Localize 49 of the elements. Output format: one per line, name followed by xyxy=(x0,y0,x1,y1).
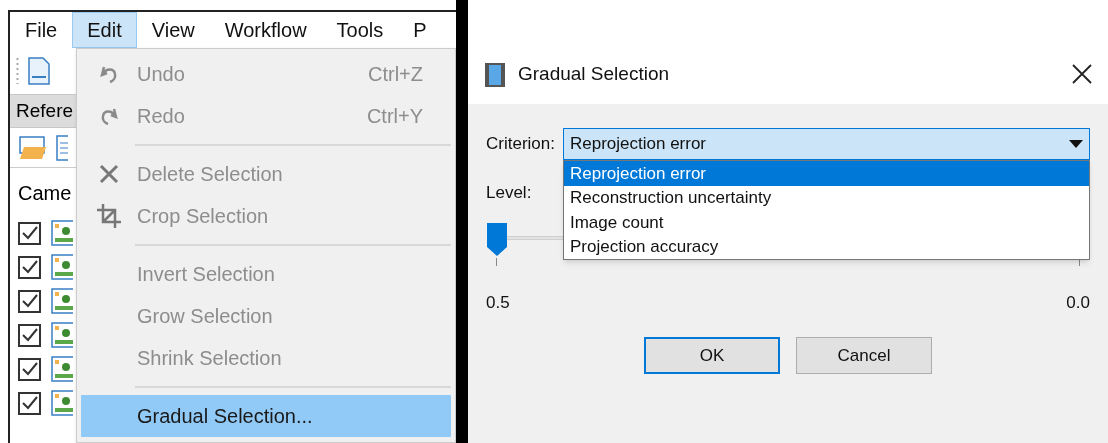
dropdown-option[interactable]: Reconstruction uncertainty xyxy=(563,185,1089,210)
level-label: Level: xyxy=(486,182,532,204)
image-icon xyxy=(51,288,73,314)
film-icon xyxy=(484,62,506,88)
close-icon xyxy=(98,163,120,185)
check-icon xyxy=(21,294,38,308)
slider-thumb[interactable] xyxy=(486,220,508,257)
checkbox[interactable] xyxy=(18,255,41,279)
checkbox[interactable] xyxy=(18,391,41,415)
menu-bar-item[interactable]: P xyxy=(398,12,442,48)
panel-tab[interactable]: Refere xyxy=(10,96,74,126)
criterion-dropdown[interactable]: Reprojection error xyxy=(562,128,1090,160)
menu-item[interactable]: Gradual Selection... xyxy=(81,395,451,437)
checkbox[interactable] xyxy=(18,289,41,313)
menu-bar-item[interactable]: File xyxy=(10,12,73,48)
check-icon xyxy=(21,328,38,342)
menu-bar-item[interactable]: View xyxy=(136,12,210,48)
open-folder-icon[interactable] xyxy=(18,134,48,161)
checkbox[interactable] xyxy=(18,323,41,347)
dropdown-option[interactable]: Projection accuracy xyxy=(563,234,1089,259)
checkbox[interactable] xyxy=(18,221,41,245)
caret-icon xyxy=(1069,140,1083,148)
menu-bar-item[interactable]: Tools xyxy=(321,12,399,48)
dropdown-option[interactable]: Reprojection error xyxy=(563,161,1089,186)
dialog-title: Gradual Selection xyxy=(518,61,671,86)
criterion-label: Criterion: xyxy=(486,133,555,156)
panel-heading: Came xyxy=(18,181,73,206)
dialog-button[interactable]: OK xyxy=(644,337,780,374)
min-value-label: 0.5 xyxy=(486,291,510,314)
image-icon xyxy=(51,220,73,246)
checkbox[interactable] xyxy=(18,357,41,381)
menu-bar-item[interactable]: Edit xyxy=(72,12,137,48)
check-icon xyxy=(21,260,38,274)
table-icon[interactable] xyxy=(56,134,68,161)
image-icon xyxy=(51,254,73,280)
crop-icon xyxy=(95,202,123,230)
menu-bar-item[interactable]: Workflow xyxy=(209,12,322,48)
image-icon xyxy=(51,356,73,382)
dialog-button[interactable]: Cancel xyxy=(796,337,932,374)
max-value-label: 0.0 xyxy=(1066,291,1090,314)
close-icon xyxy=(1071,63,1093,85)
image-icon xyxy=(51,390,73,416)
check-icon xyxy=(21,362,38,376)
image-icon xyxy=(51,322,73,348)
check-icon xyxy=(21,396,38,410)
check-icon xyxy=(21,226,38,240)
new-document-icon[interactable] xyxy=(27,57,51,85)
toolbar-grip-icon xyxy=(16,56,19,86)
dropdown-option[interactable]: Image count xyxy=(563,210,1089,235)
